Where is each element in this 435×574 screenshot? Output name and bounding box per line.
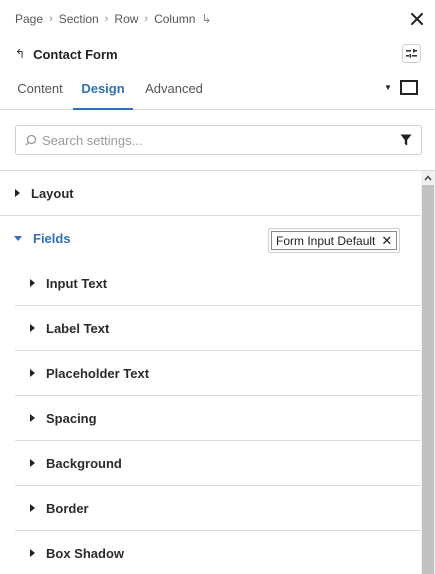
caret-right-icon (30, 414, 35, 422)
breadcrumb: Page › Section › Row › Column ↳ (15, 11, 212, 27)
device-dropdown-icon[interactable]: ▼ (384, 83, 392, 92)
subsection-label-text[interactable]: Label Text (15, 306, 421, 351)
breadcrumb-column[interactable]: Column (154, 12, 195, 26)
breadcrumb-separator: › (49, 13, 53, 25)
caret-right-icon (30, 279, 35, 287)
preset-toggle-icon (406, 49, 417, 58)
caret-right-icon (30, 324, 35, 332)
caret-right-icon (30, 369, 35, 377)
breadcrumb-row[interactable]: Row (114, 12, 138, 26)
subsection-border[interactable]: Border (15, 486, 421, 531)
subsection-spacing[interactable]: Spacing (15, 396, 421, 441)
settings-tabs: Content Design Advanced ▼ (0, 76, 435, 110)
search-input[interactable] (42, 132, 392, 148)
subsection-label: Background (46, 455, 122, 471)
caret-right-icon (30, 459, 35, 467)
close-icon (411, 13, 423, 25)
scrollbar[interactable] (421, 171, 435, 574)
caret-right-icon (30, 504, 35, 512)
scroll-thumb[interactable] (422, 185, 434, 574)
section-label: Layout (31, 185, 74, 201)
search-icon (25, 134, 37, 146)
subsection-label: Spacing (46, 410, 97, 426)
breadcrumb-separator: › (144, 13, 149, 25)
breadcrumb-separator: › (104, 13, 109, 25)
scroll-up-button[interactable] (421, 171, 435, 185)
filter-icon[interactable] (400, 134, 412, 146)
search-box (15, 125, 422, 155)
caret-down-icon (14, 236, 22, 241)
subsection-label: Border (46, 500, 89, 516)
subsection-input-text[interactable]: Input Text (15, 261, 421, 306)
chevron-up-icon (424, 175, 432, 181)
caret-right-icon (30, 549, 35, 557)
element-title: Contact Form (33, 46, 118, 62)
close-button[interactable] (408, 10, 426, 28)
subsection-background[interactable]: Background (15, 441, 421, 486)
subsection-label: Placeholder Text (46, 365, 150, 381)
section-layout[interactable]: Layout (0, 171, 421, 216)
breadcrumb-section[interactable]: Section (59, 12, 99, 26)
breadcrumb-page[interactable]: Page (15, 12, 43, 26)
preset-tag[interactable]: Form Input Default ✕ (268, 228, 401, 253)
section-fields[interactable]: Fields Form Input Default ✕ (0, 216, 421, 261)
caret-right-icon (15, 189, 20, 197)
subsection-box-shadow[interactable]: Box Shadow (15, 531, 421, 574)
remove-preset-icon[interactable]: ✕ (381, 233, 392, 249)
back-icon[interactable]: ↰ (15, 47, 25, 61)
preset-toggle-button[interactable] (402, 44, 421, 63)
tab-design[interactable]: Design (73, 76, 133, 110)
subsection-label: Label Text (46, 320, 110, 336)
subsection-label: Input Text (46, 275, 108, 291)
tab-content[interactable]: Content (15, 76, 65, 110)
section-label: Fields (33, 231, 71, 246)
subsection-placeholder-text[interactable]: Placeholder Text (15, 351, 421, 396)
preset-tag-label: Form Input Default (276, 233, 376, 248)
settings-list: Layout Fields Form Input Default ✕ Input… (0, 171, 421, 574)
element-header: ↰ Contact Form (15, 45, 118, 63)
subsection-label: Box Shadow (46, 545, 125, 561)
tab-advanced[interactable]: Advanced (143, 76, 205, 110)
breadcrumb-jump-icon[interactable]: ↳ (201, 12, 211, 26)
desktop-icon[interactable] (400, 80, 418, 95)
